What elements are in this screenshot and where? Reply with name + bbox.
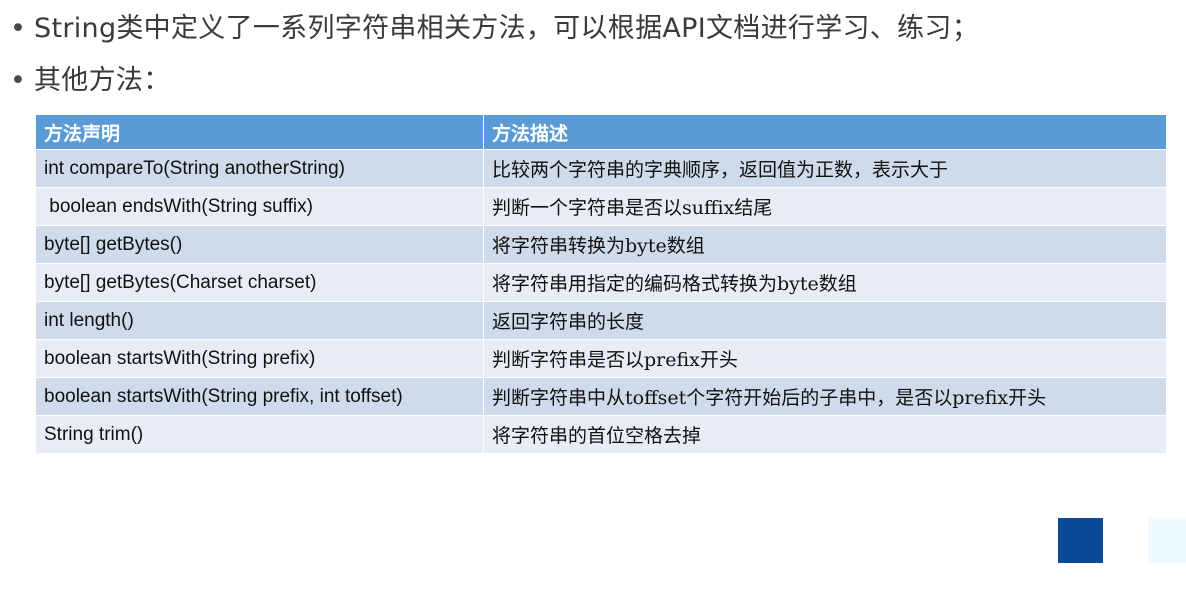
table-row: boolean startsWith(String prefix) 判断字符串是…	[36, 339, 1167, 378]
method-signature: byte[] getBytes()	[36, 225, 484, 264]
method-description: 返回字符串的长度	[483, 301, 1167, 340]
method-signature: boolean startsWith(String prefix)	[36, 339, 484, 378]
method-signature: String trim()	[36, 415, 484, 453]
method-description: 比较两个字符串的字典顺序，返回值为正数，表示大于	[483, 149, 1167, 188]
decorative-square-light	[1148, 518, 1186, 563]
table-row: boolean startsWith(String prefix, int to…	[36, 377, 1167, 416]
table-row: boolean endsWith(String suffix) 判断一个字符串是…	[36, 187, 1167, 226]
method-description: 将字符串转换为byte数组	[483, 225, 1167, 264]
table-row: int length() 返回字符串的长度	[36, 301, 1167, 340]
bullet-line-2: • 其他方法：	[10, 58, 171, 97]
method-signature: int compareTo(String anotherString)	[36, 149, 484, 188]
method-signature: boolean startsWith(String prefix, int to…	[36, 377, 484, 416]
bullet-dot: •	[10, 65, 27, 96]
bullet-line-1: • String类中定义了一系列字符串相关方法，可以根据API文档进行学习、练习；	[10, 6, 979, 45]
method-signature: boolean endsWith(String suffix)	[36, 187, 484, 226]
table-row: int compareTo(String anotherString) 比较两个…	[36, 149, 1167, 188]
method-description: 判断字符串是否以prefix开头	[483, 339, 1167, 378]
method-signature: int length()	[36, 301, 484, 340]
table-row: byte[] getBytes(Charset charset) 将字符串用指定…	[36, 263, 1167, 302]
header-method-declaration: 方法声明	[36, 115, 484, 150]
bullet-text: 其他方法：	[34, 65, 171, 96]
method-description: 判断一个字符串是否以suffix结尾	[483, 187, 1167, 226]
method-description: 将字符串用指定的编码格式转换为byte数组	[483, 263, 1167, 302]
header-method-description: 方法描述	[483, 115, 1167, 150]
table-row: byte[] getBytes() 将字符串转换为byte数组	[36, 225, 1167, 264]
table-row: String trim() 将字符串的首位空格去掉	[36, 415, 1167, 453]
method-signature: byte[] getBytes(Charset charset)	[36, 263, 484, 302]
method-description: 将字符串的首位空格去掉	[483, 415, 1167, 453]
bullet-text: String类中定义了一系列字符串相关方法，可以根据API文档进行学习、练习；	[34, 13, 979, 44]
methods-table: 方法声明 方法描述 int compareTo(String anotherSt…	[36, 115, 1167, 453]
bullet-dot: •	[10, 13, 27, 44]
method-description: 判断字符串中从toffset个字符开始后的子串中，是否以prefix开头	[483, 377, 1167, 416]
decorative-square-dark	[1058, 518, 1103, 563]
table-header-row: 方法声明 方法描述	[36, 115, 1167, 150]
